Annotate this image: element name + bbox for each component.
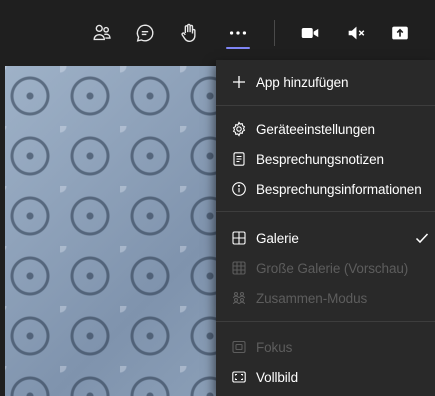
menu-item-meeting-notes[interactable]: Besprechungsnotizen: [216, 144, 435, 174]
menu-item-label: App hinzufügen: [256, 74, 349, 90]
large-gallery-icon: [230, 259, 248, 277]
active-indicator: [226, 47, 250, 49]
camera-icon[interactable]: [294, 17, 326, 49]
menu-divider: [216, 105, 435, 106]
menu-item-label: Vollbild: [256, 369, 298, 385]
menu-item-meeting-info[interactable]: Besprechungsinformationen: [216, 174, 435, 204]
video-frame-edge: [0, 66, 5, 396]
menu-item-label: Große Galerie (Vorschau): [256, 260, 409, 276]
notes-icon: [230, 150, 248, 168]
menu-item-add-app[interactable]: App hinzufügen: [216, 67, 435, 97]
focus-icon: [230, 338, 248, 356]
menu-item-label: Besprechungsinformationen: [256, 181, 422, 197]
raise-hand-icon[interactable]: [173, 17, 205, 49]
menu-item-fullscreen[interactable]: Vollbild: [216, 362, 435, 392]
meeting-toolbar: [0, 0, 435, 66]
menu-item-large-gallery[interactable]: Große Galerie (Vorschau): [216, 253, 435, 283]
gear-icon: [230, 120, 248, 138]
together-mode-icon: [230, 289, 248, 307]
menu-item-together-mode[interactable]: Zusammen-Modus: [216, 283, 435, 313]
menu-divider: [216, 321, 435, 322]
toolbar-divider: [274, 20, 275, 46]
plus-icon: [230, 73, 248, 91]
share-icon[interactable]: [384, 17, 416, 49]
menu-item-label: Zusammen-Modus: [256, 290, 368, 306]
menu-item-focus[interactable]: Fokus: [216, 332, 435, 362]
menu-item-label: Galerie: [256, 230, 299, 246]
chat-icon[interactable]: [129, 17, 161, 49]
menu-item-label: Geräteeinstellungen: [256, 121, 375, 137]
info-icon: [230, 180, 248, 198]
more-actions-icon[interactable]: [222, 17, 254, 49]
checkmark-icon: [415, 233, 429, 244]
more-actions-menu: App hinzufügen Geräteeinstellungen Bespr…: [216, 60, 435, 396]
menu-item-label: Fokus: [256, 339, 293, 355]
participants-icon[interactable]: [86, 17, 118, 49]
menu-divider: [216, 211, 435, 212]
fullscreen-icon: [230, 368, 248, 386]
gallery-icon: [230, 229, 248, 247]
menu-item-label: Besprechungsnotizen: [256, 151, 384, 167]
menu-item-device-settings[interactable]: Geräteeinstellungen: [216, 114, 435, 144]
menu-item-gallery[interactable]: Galerie: [216, 223, 435, 253]
speaker-muted-icon[interactable]: [340, 17, 372, 49]
